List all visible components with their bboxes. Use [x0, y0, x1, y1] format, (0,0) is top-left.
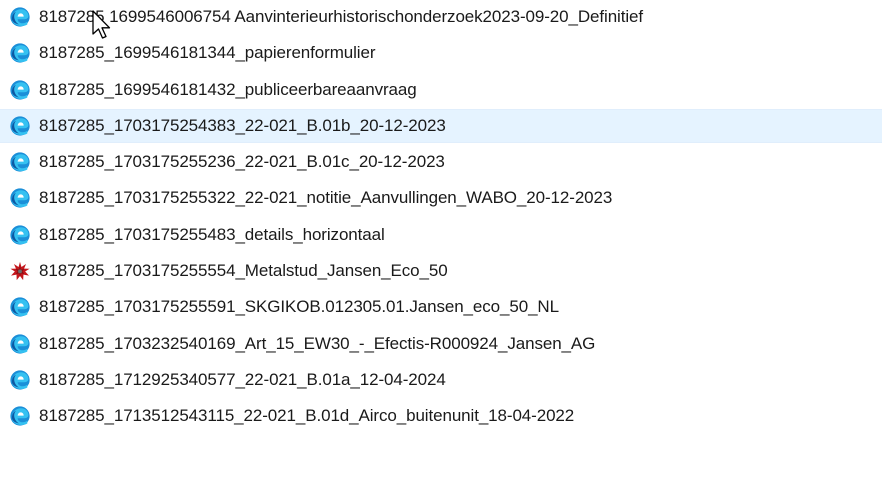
edge-pdf-icon	[9, 187, 31, 209]
file-name: 8187285_1699546181344_papierenformulier	[39, 43, 376, 63]
file-row[interactable]: 8187285_1703175255322_22-021_notitie_Aan…	[0, 181, 882, 215]
edge-pdf-icon	[9, 405, 31, 427]
file-name: 8187285_1703175255591_SKGIKOB.012305.01.…	[39, 297, 559, 317]
file-name: 8187285_1703175255554_Metalstud_Jansen_E…	[39, 261, 448, 281]
file-row[interactable]: 8187285_1703175255236_22-021_B.01c_20-12…	[0, 145, 882, 179]
edge-pdf-icon	[9, 115, 31, 137]
file-list: 8187285 1699546006754 Aanvinterieurhisto…	[0, 0, 882, 433]
file-row[interactable]: 8187285_1703175255591_SKGIKOB.012305.01.…	[0, 290, 882, 324]
file-name: 8187285_1712925340577_22-021_B.01a_12-04…	[39, 369, 446, 389]
edge-pdf-icon	[9, 6, 31, 28]
file-name: 8187285_1703175254383_22-021_B.01b_20-12…	[39, 115, 446, 135]
image-file-icon	[9, 260, 31, 282]
edge-pdf-icon	[9, 224, 31, 246]
edge-pdf-icon	[9, 296, 31, 318]
file-name: 8187285_1699546181432_publiceerbareaanvr…	[39, 79, 417, 99]
file-row[interactable]: 8187285_1703175255483_details_horizontaa…	[0, 218, 882, 252]
edge-pdf-icon	[9, 333, 31, 355]
file-name: 8187285_1703175255483_details_horizontaa…	[39, 224, 385, 244]
file-name: 8187285_1703232540169_Art_15_EW30_-_Efec…	[39, 333, 596, 353]
edge-pdf-icon	[9, 42, 31, 64]
file-name: 8187285 1699546006754 Aanvinterieurhisto…	[39, 7, 644, 26]
file-name: 8187285_1703175255322_22-021_notitie_Aan…	[39, 188, 613, 208]
file-row[interactable]: 8187285_1712925340577_22-021_B.01a_12-04…	[0, 363, 882, 397]
file-row[interactable]: 8187285_1703175255554_Metalstud_Jansen_E…	[0, 254, 882, 288]
edge-pdf-icon	[9, 79, 31, 101]
file-row[interactable]: 8187285_1699546181432_publiceerbareaanvr…	[0, 73, 882, 107]
file-row[interactable]: 8187285_1703232540169_Art_15_EW30_-_Efec…	[0, 327, 882, 361]
edge-pdf-icon	[9, 369, 31, 391]
edge-pdf-icon	[9, 151, 31, 173]
file-row[interactable]: 8187285_1713512543115_22-021_B.01d_Airco…	[0, 399, 882, 433]
file-name: 8187285_1713512543115_22-021_B.01d_Airco…	[39, 406, 575, 426]
file-name: 8187285_1703175255236_22-021_B.01c_20-12…	[39, 152, 445, 172]
file-row[interactable]: 8187285_1703175254383_22-021_B.01b_20-12…	[0, 108, 882, 143]
file-row[interactable]: 8187285 1699546006754 Aanvinterieurhisto…	[0, 0, 882, 34]
file-row[interactable]: 8187285_1699546181344_papierenformulier	[0, 36, 882, 70]
